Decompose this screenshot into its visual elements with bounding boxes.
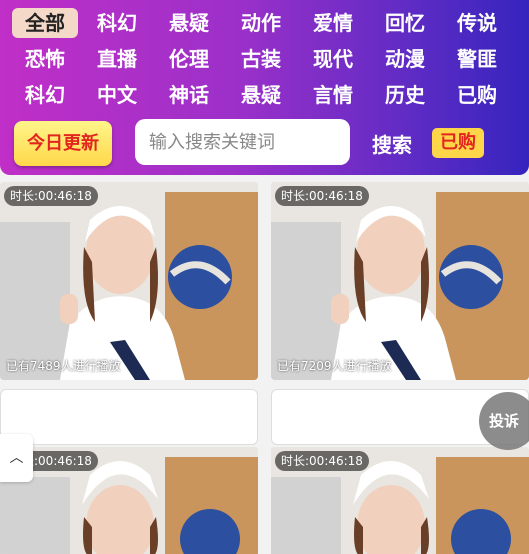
video-duration: 时长:00:46:18 (275, 186, 369, 206)
category-history[interactable]: 历史 (372, 80, 438, 110)
thumbnail-image (271, 182, 529, 380)
category-chinese[interactable]: 中文 (84, 80, 150, 110)
thumbnail-image (0, 182, 258, 380)
video-card[interactable]: 时长:00:46:18 (271, 447, 529, 554)
category-live[interactable]: 直播 (84, 44, 150, 74)
video-duration: 时长:00:46:18 (4, 186, 98, 206)
category-ethics[interactable]: 伦理 (156, 44, 222, 74)
category-romance[interactable]: 爱情 (300, 8, 366, 38)
search-input[interactable] (135, 119, 350, 165)
category-crime[interactable]: 警匪 (444, 44, 510, 74)
category-suspense-2[interactable]: 悬疑 (228, 80, 294, 110)
category-all[interactable]: 全部 (12, 8, 78, 38)
video-card[interactable]: 时长:00:46:18 (0, 447, 258, 554)
category-anime[interactable]: 动漫 (372, 44, 438, 74)
header: 全部 科幻 悬疑 动作 爱情 回忆 传说 恐怖 直播 伦理 古装 现代 动漫 警… (0, 0, 529, 175)
category-scifi[interactable]: 科幻 (84, 8, 150, 38)
video-card[interactable]: 时长:00:46:18 已有7489人进行播放 (0, 182, 258, 380)
video-views: 已有7209人进行播放 (277, 359, 392, 373)
report-button[interactable]: 投诉 (479, 392, 529, 450)
page: 全部 科幻 悬疑 动作 爱情 回忆 传说 恐怖 直播 伦理 古装 现代 动漫 警… (0, 0, 529, 554)
category-modern[interactable]: 现代 (300, 44, 366, 74)
category-love-story[interactable]: 言情 (300, 80, 366, 110)
category-bought[interactable]: 已购 (444, 80, 510, 110)
video-card[interactable]: 时长:00:46:18 已有7209人进行播放 (271, 182, 529, 380)
category-myth[interactable]: 神话 (156, 80, 222, 110)
back-to-top-button[interactable]: ︿ (0, 434, 33, 482)
video-title-box[interactable] (0, 389, 258, 445)
chevron-up-icon: ︿ (9, 450, 24, 466)
today-update-button[interactable]: 今日更新 (14, 121, 112, 166)
search-button[interactable]: 搜索 (372, 129, 412, 158)
category-suspense[interactable]: 悬疑 (156, 8, 222, 38)
category-scifi-2[interactable]: 科幻 (12, 80, 78, 110)
video-thumbnail (271, 182, 529, 380)
category-legend[interactable]: 传说 (444, 8, 510, 38)
category-memory[interactable]: 回忆 (372, 8, 438, 38)
video-duration: 时长:00:46:18 (275, 451, 369, 471)
category-costume[interactable]: 古装 (228, 44, 294, 74)
video-thumbnail (0, 182, 258, 380)
video-views: 已有7489人进行播放 (6, 359, 121, 373)
category-horror[interactable]: 恐怖 (12, 44, 78, 74)
category-action[interactable]: 动作 (228, 8, 294, 38)
bought-button[interactable]: 已购 (432, 128, 484, 158)
